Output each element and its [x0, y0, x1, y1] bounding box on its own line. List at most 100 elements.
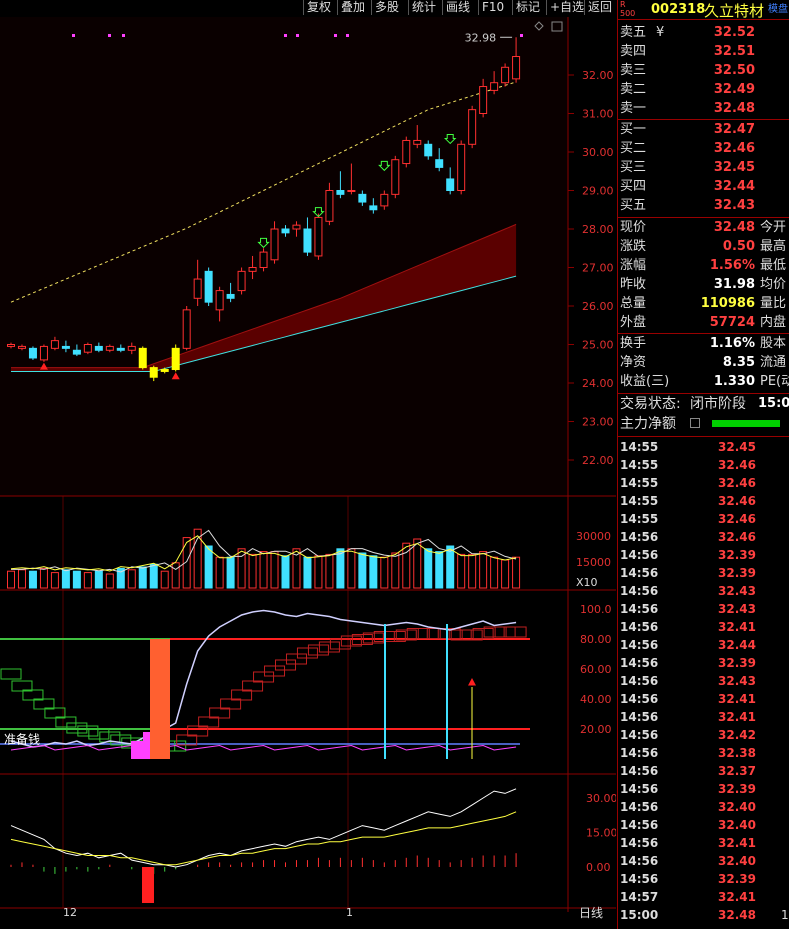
stat-row: 涨跌 0.50 最高: [620, 238, 789, 256]
toolbar-button-8[interactable]: 返回: [584, 0, 615, 15]
candle-body: [347, 190, 356, 192]
bid-row[interactable]: 买二 32.46: [620, 140, 789, 158]
volume-bar: [248, 553, 257, 589]
tick-time: 14:56: [620, 566, 659, 580]
fund-label: 换手: [620, 336, 647, 351]
toolbar-button-1[interactable]: 叠加: [337, 0, 368, 15]
fund-value: 8.35: [722, 355, 755, 370]
bid-price: 32.43: [713, 198, 755, 213]
tick-price: 32.46: [718, 458, 756, 472]
stock-code[interactable]: 002318: [651, 2, 705, 17]
step-box: [307, 644, 329, 656]
price-axis-label: 26.00: [582, 300, 614, 313]
candle-body: [94, 345, 103, 351]
stat-label: 现价: [620, 220, 647, 235]
bid-label: 买五: [620, 198, 647, 213]
main-flow-row[interactable]: 主力净额: [620, 415, 789, 433]
toolbar-button-2[interactable]: 多股: [371, 0, 402, 15]
tick-price: 32.39: [718, 548, 756, 562]
candle-body: [468, 109, 477, 145]
tick-price: 32.43: [718, 674, 756, 688]
ask-row[interactable]: 卖三 32.50: [620, 62, 789, 80]
ask-row[interactable]: 卖四 32.51: [620, 43, 789, 61]
bid-row[interactable]: 买五 32.43: [620, 197, 789, 215]
tick-time: 14:56: [620, 854, 659, 868]
signal-bar-magenta: [131, 741, 143, 759]
candle-body: [369, 205, 378, 211]
trade-status-value: 闭市阶段: [690, 396, 746, 412]
stat-extra: 最高: [760, 239, 787, 254]
chart-toolbar: 复权 叠加 多股 统计 画线 F10 标记 +自选 返回: [0, 0, 616, 16]
candle-body: [358, 193, 367, 203]
volume-axis-label: 30000: [576, 530, 611, 543]
step-box: [285, 653, 307, 665]
ask-row[interactable]: 卖一 32.48: [620, 100, 789, 118]
tick-time: 14:56: [620, 584, 659, 598]
step-box: [77, 725, 99, 737]
volume-bar: [435, 551, 444, 589]
stat-row: 总量 110986 量比: [620, 295, 789, 313]
bid-row[interactable]: 买三 32.45: [620, 159, 789, 177]
ask-row[interactable]: 卖二 32.49: [620, 81, 789, 99]
stat-value: 0.50: [722, 239, 755, 254]
signal-dot: [520, 34, 523, 37]
stat-label: 昨收: [620, 277, 647, 292]
ask-label: 卖五: [620, 25, 647, 40]
candle-body: [7, 344, 15, 347]
candle-body: [402, 139, 411, 165]
volume-bar: [61, 569, 70, 589]
candle-body: [413, 139, 422, 145]
volume-bar: [391, 552, 400, 589]
tick-time: 14:56: [620, 782, 659, 796]
bid-row[interactable]: 买四 32.44: [620, 178, 789, 196]
tick-time: 14:56: [620, 638, 659, 652]
step-box: [264, 665, 286, 677]
bid-row[interactable]: 买一 32.47: [620, 121, 789, 139]
tick-time: 14:56: [620, 800, 659, 814]
tick-price: 32.41: [718, 692, 756, 706]
candle-body: [237, 270, 246, 292]
tick-time: 14:56: [620, 620, 659, 634]
volume-bar: [28, 570, 37, 589]
period-tab[interactable]: 日线: [579, 906, 603, 920]
ask-row[interactable]: 卖五 ¥32.52: [620, 24, 789, 42]
toolbar-button-4[interactable]: 画线: [442, 0, 473, 15]
tick-time: 14:56: [620, 764, 659, 778]
divider: [618, 436, 789, 437]
toolbar-button-6[interactable]: 标记: [512, 0, 543, 15]
candle-body: [193, 278, 202, 299]
ask-price: 32.51: [713, 44, 755, 59]
divider: [618, 19, 789, 20]
ask-mark: ¥: [656, 25, 665, 40]
volume-bar: [512, 556, 521, 589]
volume-bar: [303, 556, 312, 589]
candle-body: [270, 228, 279, 261]
toolbar-button-7[interactable]: +自选: [546, 0, 587, 15]
kline-chart[interactable]: 32.00 31.00 30.00 29.00 28.00 27.00 26.00 25.00…: [0, 17, 616, 929]
price-axis-label: 23.00: [582, 416, 614, 429]
volume-axis-label: 15000: [576, 556, 611, 569]
stock-name[interactable]: 久立特材: [704, 0, 764, 21]
tick-price: 32.39: [718, 656, 756, 670]
candle-body: [61, 345, 70, 349]
tick-time: 14:55: [620, 476, 659, 490]
stat-value: 1.56%: [709, 258, 755, 273]
main-flow-label: 主力净额: [620, 416, 676, 432]
indicator-label: 准备钱: [4, 732, 40, 747]
toolbar-button-5[interactable]: F10: [478, 0, 507, 15]
tick-price: 32.44: [718, 638, 756, 652]
trade-status-time: 15:00: [758, 396, 789, 411]
candle-body: [380, 193, 389, 207]
list-icon[interactable]: [690, 418, 700, 428]
price-axis-label: 31.00: [582, 108, 614, 121]
bid-price: 32.44: [713, 179, 755, 194]
toolbar-button-3[interactable]: 统计: [408, 0, 439, 15]
stat-label: 总量: [620, 296, 647, 311]
signal-bar-orange: [150, 639, 170, 759]
toolbar-button-0[interactable]: 复权: [303, 0, 334, 15]
tick-time: 14:56: [620, 602, 659, 616]
candle-body: [116, 347, 125, 351]
indicator-axis-label: 100.0: [580, 603, 612, 616]
divider: [618, 119, 789, 120]
macd-axis-label: 0.00: [586, 861, 611, 874]
